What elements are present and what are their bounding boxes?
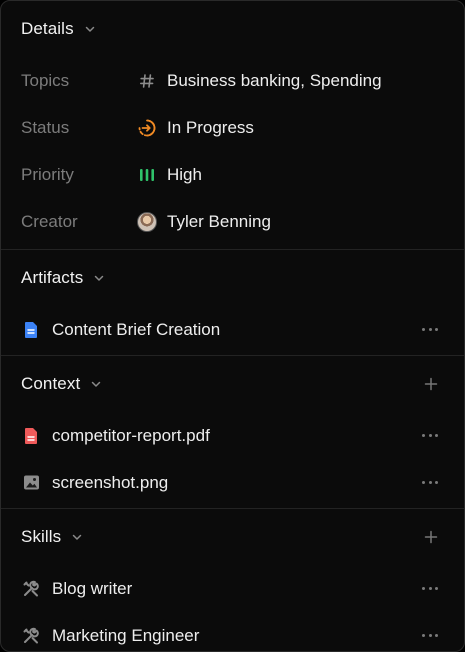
add-skill-icon[interactable] bbox=[424, 530, 438, 544]
property-label: Topics bbox=[21, 70, 70, 90]
skills-title: Skills bbox=[21, 527, 62, 546]
skills-section: Skills Blog writer Marketing Engineer bbox=[1, 509, 464, 651]
list-item[interactable]: competitor-report.pdf bbox=[1, 412, 464, 459]
image-file-icon bbox=[21, 473, 41, 493]
tools-icon bbox=[21, 579, 41, 599]
context-section: Context competitor-report.pdf screenshot bbox=[1, 356, 464, 509]
priority-high-icon bbox=[136, 164, 158, 186]
list-item[interactable]: screenshot.png bbox=[1, 459, 464, 506]
item-label: Content Brief Creation bbox=[52, 319, 221, 339]
property-value: In Progress bbox=[167, 117, 254, 137]
property-label: Priority bbox=[21, 164, 74, 184]
details-panel: Details Topics Business banking, Spendin… bbox=[0, 0, 465, 652]
list-item[interactable]: Blog writer bbox=[1, 565, 464, 612]
property-label: Creator bbox=[21, 211, 78, 231]
details-header[interactable]: Details bbox=[1, 1, 464, 57]
list-item[interactable]: Marketing Engineer bbox=[1, 612, 464, 651]
avatar bbox=[136, 211, 158, 233]
more-options-icon[interactable] bbox=[422, 480, 438, 486]
details-title: Details bbox=[21, 19, 74, 38]
chevron-down-icon[interactable] bbox=[84, 23, 96, 35]
more-options-icon[interactable] bbox=[422, 327, 438, 333]
tools-icon bbox=[21, 626, 41, 646]
artifacts-title: Artifacts bbox=[21, 268, 84, 287]
in-progress-icon bbox=[136, 117, 158, 139]
document-icon bbox=[21, 320, 41, 340]
artifacts-section: Artifacts Content Brief Creation bbox=[1, 250, 464, 356]
artifacts-header[interactable]: Artifacts bbox=[1, 250, 464, 306]
property-row-creator[interactable]: Creator Tyler Benning bbox=[1, 198, 464, 245]
chevron-down-icon[interactable] bbox=[93, 272, 105, 284]
more-options-icon[interactable] bbox=[422, 433, 438, 439]
chevron-down-icon[interactable] bbox=[71, 531, 83, 543]
item-label: Marketing Engineer bbox=[52, 625, 200, 645]
property-row-topics[interactable]: Topics Business banking, Spending bbox=[1, 57, 464, 104]
item-label: competitor-report.pdf bbox=[52, 425, 210, 445]
property-row-status[interactable]: Status In Progress bbox=[1, 104, 464, 151]
more-options-icon[interactable] bbox=[422, 633, 438, 639]
property-value: Tyler Benning bbox=[167, 211, 271, 231]
pdf-file-icon bbox=[21, 426, 41, 446]
more-options-icon[interactable] bbox=[422, 586, 438, 592]
item-label: Blog writer bbox=[52, 578, 133, 598]
details-section: Details Topics Business banking, Spendin… bbox=[1, 1, 464, 250]
item-label: screenshot.png bbox=[52, 472, 169, 492]
context-title: Context bbox=[21, 374, 81, 393]
property-label: Status bbox=[21, 117, 70, 137]
chevron-down-icon[interactable] bbox=[90, 378, 102, 390]
property-value: Business banking, Spending bbox=[167, 70, 382, 90]
context-header[interactable]: Context bbox=[1, 356, 464, 412]
add-context-icon[interactable] bbox=[424, 377, 438, 391]
property-row-priority[interactable]: Priority High bbox=[1, 151, 464, 198]
skills-header[interactable]: Skills bbox=[1, 509, 464, 565]
property-value: High bbox=[167, 164, 202, 184]
hash-icon bbox=[136, 70, 158, 92]
list-item[interactable]: Content Brief Creation bbox=[1, 306, 464, 353]
